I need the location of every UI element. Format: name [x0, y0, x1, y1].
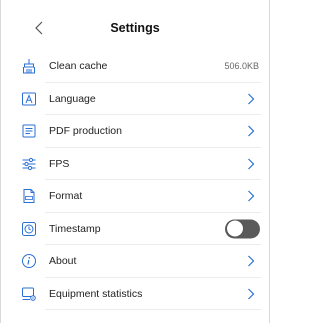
setting-label: Format [49, 190, 83, 203]
chevron-right-icon [245, 189, 257, 203]
setting-clean-cache[interactable]: Clean cache 506.0KB [1, 50, 269, 83]
clock-icon [20, 220, 38, 238]
setting-fps[interactable]: FPS [1, 148, 269, 181]
file-format-icon [20, 187, 38, 205]
chevron-right-icon [245, 124, 257, 138]
chevron-right-icon [245, 157, 257, 171]
broom-icon [20, 57, 38, 75]
setting-label: Equipment statistics [49, 287, 143, 300]
setting-timestamp: Timestamp [1, 213, 269, 246]
setting-label: About [49, 255, 77, 268]
chevron-right-icon [245, 254, 257, 268]
setting-label: Language [49, 92, 96, 105]
back-button[interactable] [27, 16, 51, 40]
setting-language[interactable]: Language [1, 83, 269, 116]
cache-size-value: 506.0KB [224, 61, 259, 72]
setting-pdf-production[interactable]: PDF production [1, 115, 269, 148]
setting-label: Clean cache [49, 60, 108, 73]
setting-about[interactable]: About [1, 245, 269, 278]
device-settings-icon [20, 285, 38, 303]
toggle-knob [226, 220, 243, 237]
sliders-icon [20, 155, 38, 173]
letter-a-icon [20, 90, 38, 108]
setting-label: Timestamp [49, 222, 101, 235]
setting-format[interactable]: Format [1, 180, 269, 213]
chevron-right-icon [245, 92, 257, 106]
chevron-left-icon [35, 21, 43, 35]
settings-list: Clean cache 506.0KB Language PDF product… [1, 50, 269, 310]
document-icon [20, 122, 38, 140]
chevron-right-icon [245, 287, 257, 301]
timestamp-toggle[interactable] [225, 219, 260, 239]
setting-label: FPS [49, 157, 70, 170]
header: Settings [1, 0, 269, 50]
info-icon [20, 252, 38, 270]
setting-label: PDF production [49, 125, 122, 138]
setting-equipment-statistics[interactable]: Equipment statistics [1, 278, 269, 311]
settings-screen: Settings Clean cache 506.0KB Language PD… [0, 0, 270, 323]
